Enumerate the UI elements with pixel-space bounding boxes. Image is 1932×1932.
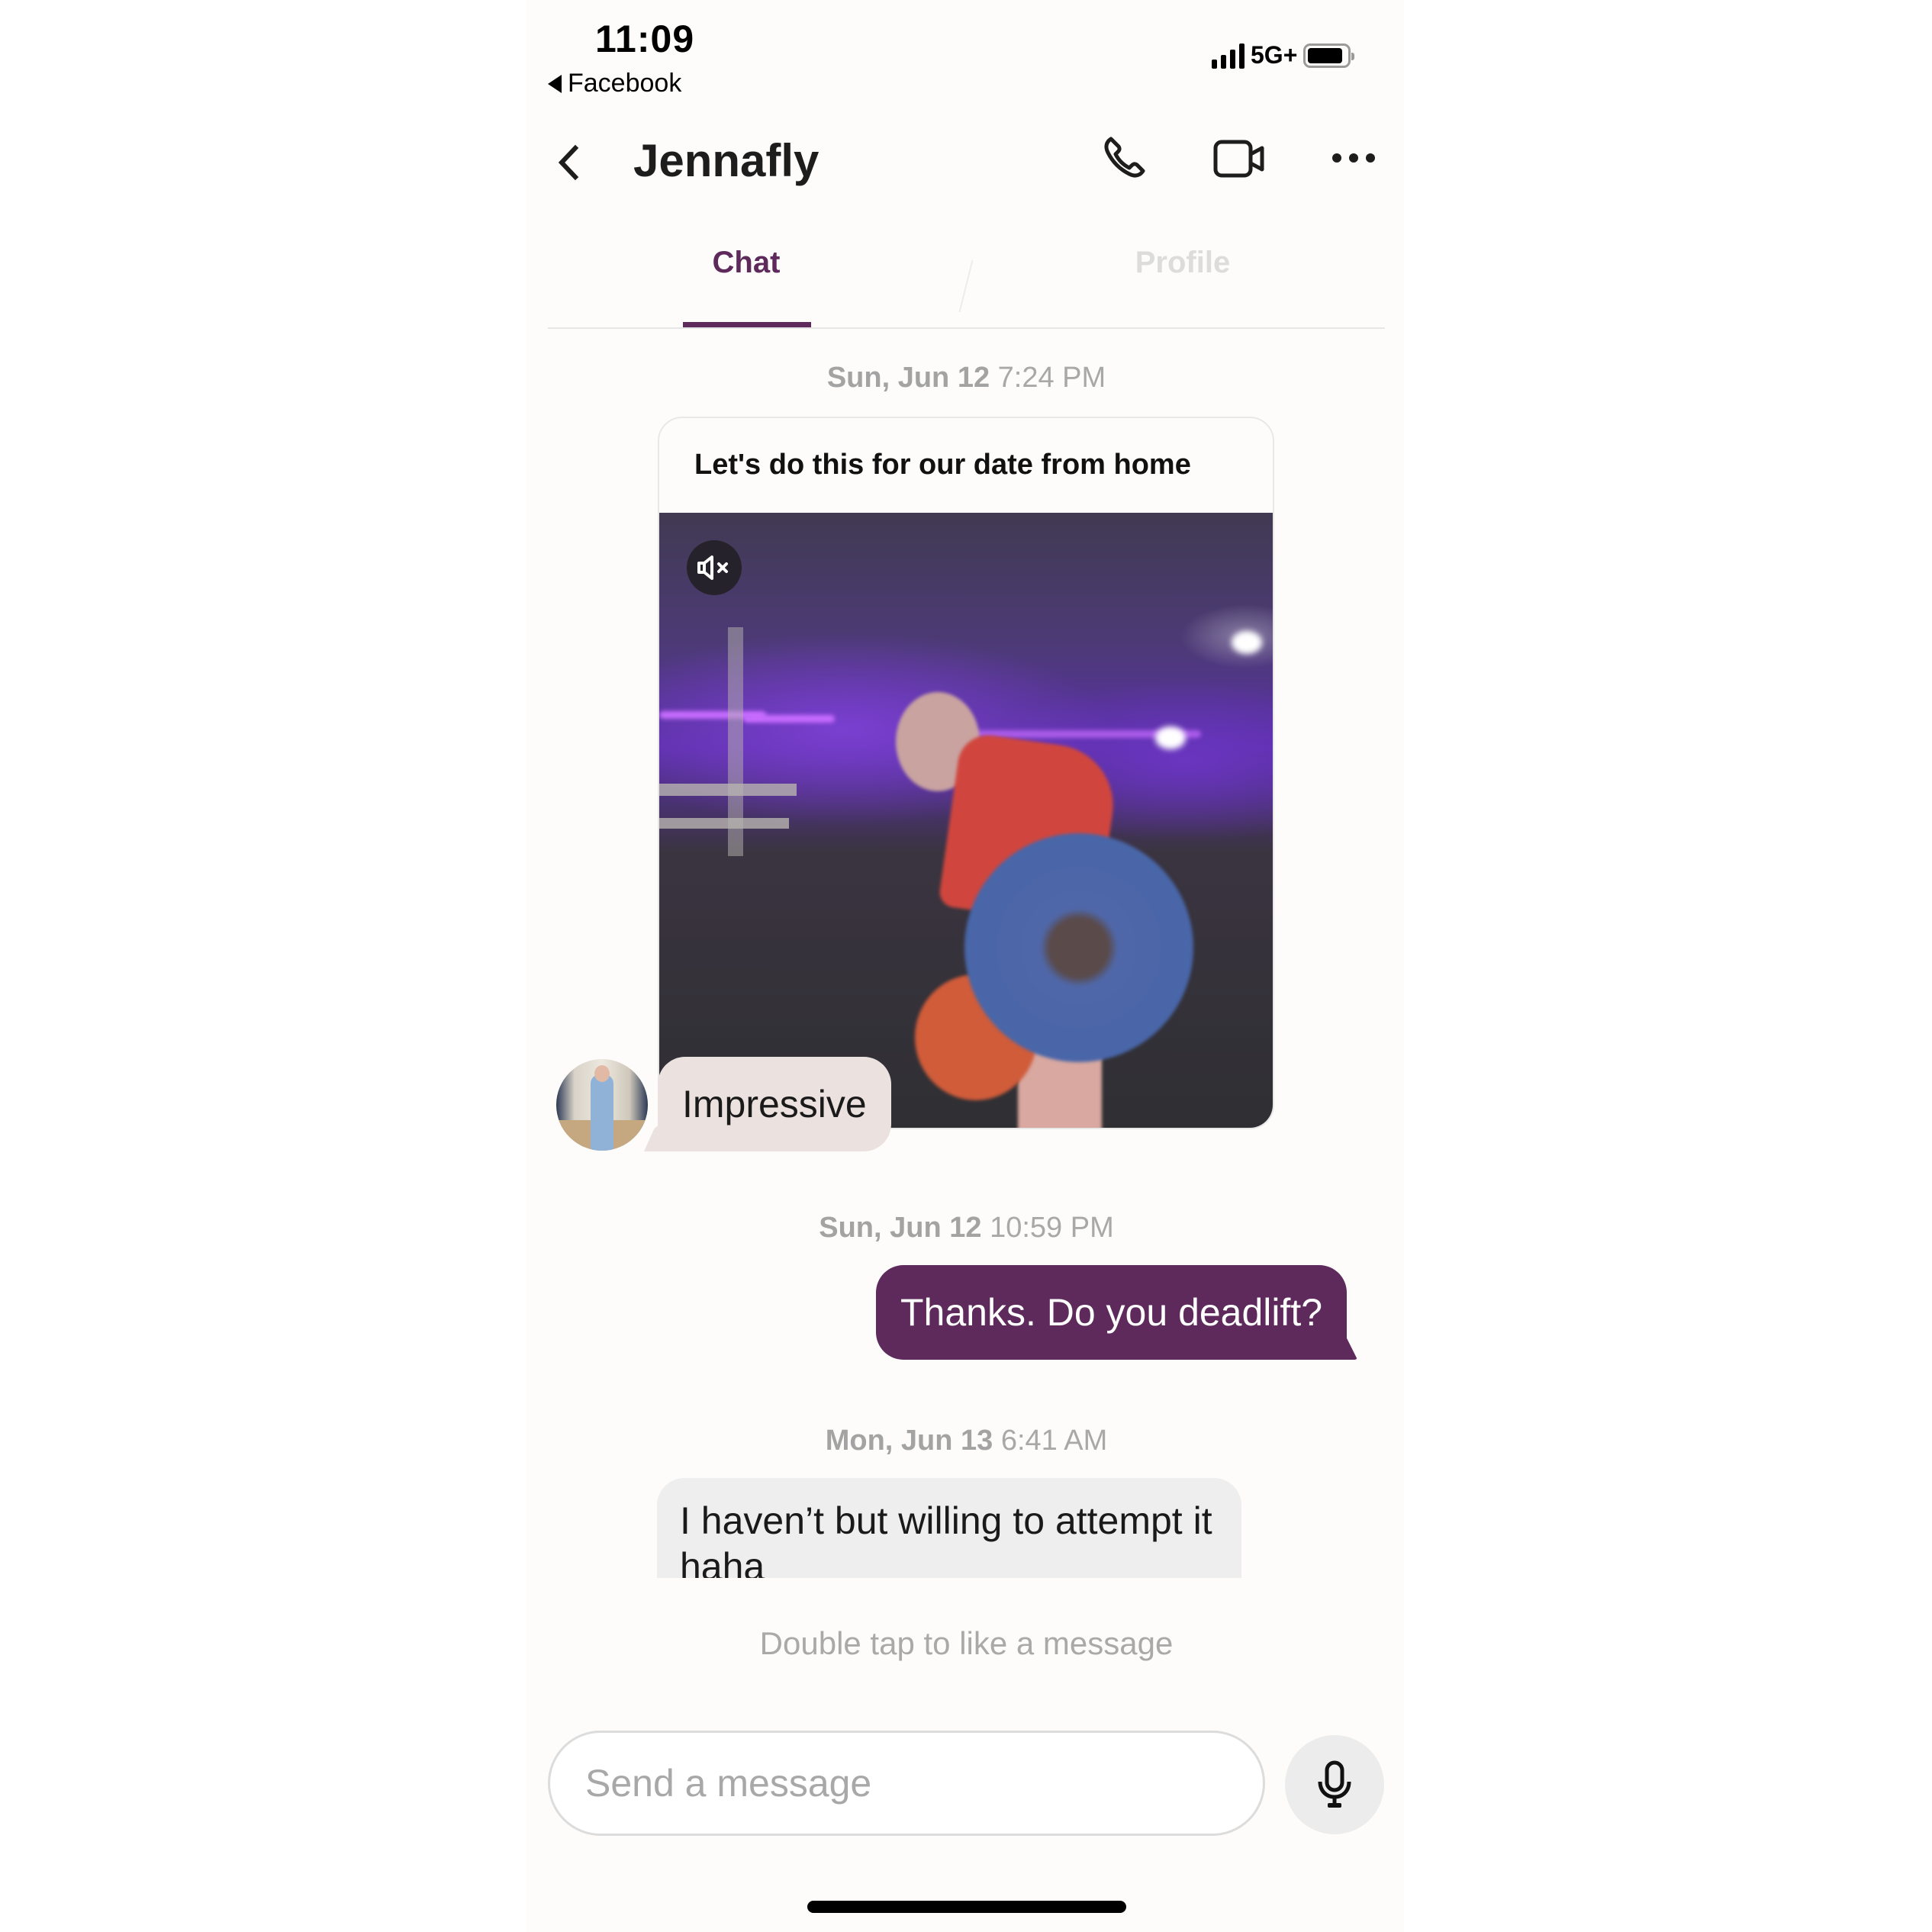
back-triangle-icon: [548, 74, 562, 93]
timestamp-day: Sun, Jun 12: [826, 362, 990, 394]
avatar-photo-detail: [594, 1065, 610, 1082]
video-scene-detail: [743, 715, 835, 723]
timestamp-time: 10:59 PM: [990, 1212, 1114, 1244]
sent-message-bubble[interactable]: Thanks. Do you deadlift?: [876, 1265, 1348, 1360]
timestamp-day: Sun, Jun 12: [819, 1212, 982, 1244]
message-timestamp: Sun, Jun 12 10:59 PM: [548, 1212, 1385, 1245]
video-preview[interactable]: [659, 513, 1273, 1128]
tab-chat[interactable]: Chat: [632, 246, 861, 280]
message-text: Thanks. Do you deadlift?: [900, 1291, 1323, 1334]
double-tap-hint: Double tap to like a message: [759, 1625, 1174, 1661]
conversation-title: Jennafly: [633, 135, 819, 186]
video-scene-detail: [964, 833, 1193, 1062]
video-scene-detail: [1155, 726, 1186, 749]
message-text: I haven’t but willing to attempt it haha: [680, 1499, 1212, 1578]
voice-message-button[interactable]: [1285, 1735, 1384, 1834]
status-indicators: 5G+: [1212, 41, 1355, 69]
avatar-photo-detail: [591, 1074, 613, 1151]
more-dots-icon: [1332, 153, 1375, 163]
home-indicator[interactable]: [807, 1901, 1126, 1913]
tab-profile[interactable]: Profile: [1068, 246, 1297, 280]
shared-video-card[interactable]: Let's do this for our date from home: [658, 417, 1274, 1129]
message-timestamp: Sun, Jun 12 7:24 PM: [548, 362, 1385, 394]
video-call-button[interactable]: [1213, 131, 1267, 185]
received-message-bubble[interactable]: I haven’t but willing to attempt it haha: [657, 1478, 1241, 1578]
video-camera-icon: [1213, 140, 1264, 178]
contact-avatar[interactable]: [556, 1059, 648, 1151]
received-message-bubble[interactable]: Impressive: [658, 1057, 891, 1151]
timestamp-day: Mon, Jun 13: [825, 1425, 993, 1457]
more-options-button[interactable]: [1329, 131, 1383, 185]
back-button[interactable]: [554, 143, 584, 182]
return-to-app-link[interactable]: Facebook: [548, 69, 681, 98]
message-list-viewport: I haven’t but willing to attempt it haha: [548, 1473, 1385, 1578]
network-type: 5G+: [1251, 41, 1298, 69]
shared-video-caption: Let's do this for our date from home: [694, 449, 1191, 481]
microphone-icon: [1318, 1760, 1351, 1808]
unmute-button[interactable]: [687, 540, 742, 595]
back-chevron-icon: [558, 144, 579, 181]
video-scene-detail: [728, 627, 743, 856]
active-tab-indicator: [683, 322, 811, 327]
message-input[interactable]: Send a message: [548, 1731, 1265, 1836]
status-time: 11:09: [595, 18, 695, 60]
timestamp-time: 7:24 PM: [997, 362, 1106, 394]
video-scene-detail: [1232, 631, 1262, 654]
phone-icon: [1104, 137, 1145, 178]
message-text: Impressive: [682, 1083, 867, 1125]
voice-call-button[interactable]: [1099, 131, 1152, 185]
signal-strength-icon: [1212, 43, 1245, 69]
timestamp-time: 6:41 AM: [1000, 1425, 1108, 1457]
video-scene-detail: [659, 818, 789, 829]
speaker-muted-icon: [697, 555, 728, 580]
message-input-placeholder: Send a message: [585, 1762, 872, 1805]
return-app-label: Facebook: [568, 69, 682, 98]
message-timestamp: Mon, Jun 13 6:41 AM: [548, 1425, 1385, 1457]
battery-icon: [1303, 43, 1355, 68]
header-divider: [548, 327, 1385, 329]
